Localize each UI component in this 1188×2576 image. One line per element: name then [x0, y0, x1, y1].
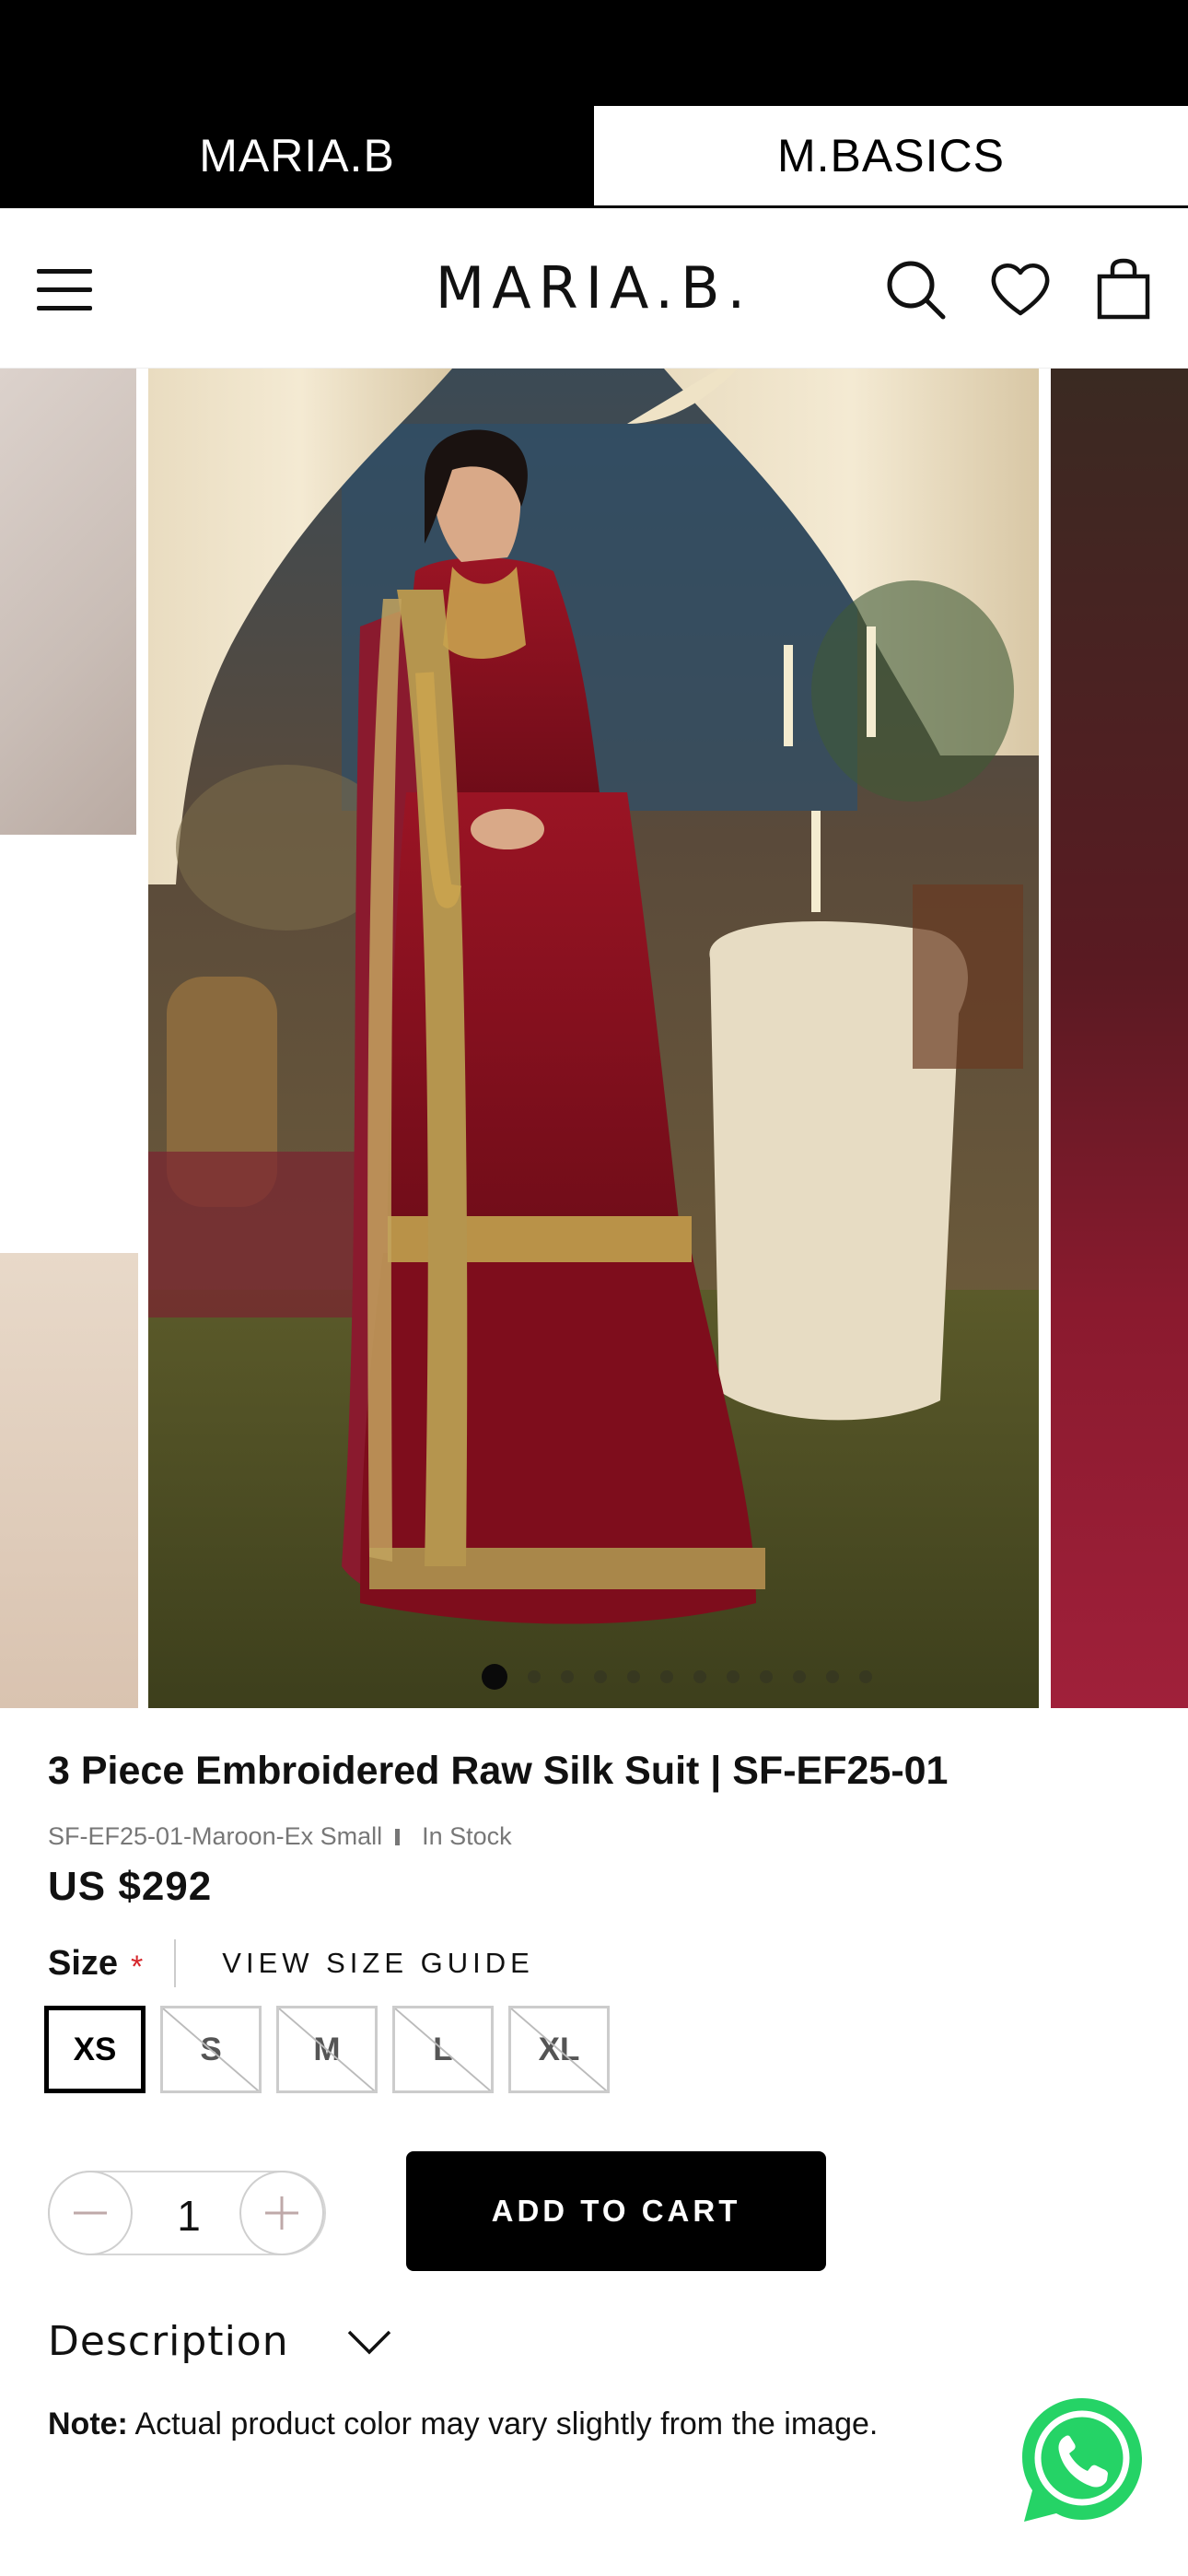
next-slide-image[interactable]: [1051, 369, 1188, 1708]
size-row: Size * VIEW SIZE GUIDE: [48, 1939, 534, 1987]
search-icon[interactable]: [882, 256, 949, 322]
size-option-s[interactable]: S: [160, 2006, 262, 2093]
product-price: US $292: [48, 1864, 213, 1909]
unavailable-strike-icon: [395, 2008, 491, 2090]
size-option-l[interactable]: L: [392, 2006, 494, 2093]
pagination-dot[interactable]: [594, 1670, 607, 1683]
required-asterisk: *: [131, 1949, 144, 1985]
pagination-dot-active[interactable]: [482, 1664, 507, 1690]
shopping-bag-icon[interactable]: [1090, 256, 1157, 322]
site-header: MARIA.B.: [0, 208, 1188, 369]
product-meta: SF-EF25-01-Maroon-Ex Small In Stock: [48, 1822, 512, 1851]
whatsapp-icon[interactable]: [1013, 2391, 1151, 2529]
status-bar: [0, 0, 1188, 106]
description-title: Description: [48, 2318, 289, 2365]
tab-m-basics[interactable]: M.BASICS: [594, 106, 1188, 205]
note-text: Actual product color may vary slightly f…: [127, 2406, 879, 2441]
pagination-dot[interactable]: [561, 1670, 574, 1683]
plus-icon: [265, 2196, 298, 2230]
tab-maria-b[interactable]: MARIA.B: [0, 106, 594, 205]
pagination-dot[interactable]: [727, 1670, 740, 1683]
increase-quantity-button[interactable]: [239, 2171, 324, 2255]
previous-slide-image-lower: [0, 1253, 138, 1708]
heart-icon[interactable]: [987, 256, 1054, 322]
main-product-image[interactable]: [148, 369, 1039, 1708]
product-sku: SF-EF25-01-Maroon-Ex Small: [48, 1822, 383, 1850]
add-to-cart-button[interactable]: ADD TO CART: [406, 2151, 826, 2271]
size-option-label: XS: [73, 2031, 117, 2067]
size-option-m[interactable]: M: [276, 2006, 378, 2093]
pagination-dot[interactable]: [793, 1670, 806, 1683]
chevron-down-icon: [347, 2330, 390, 2354]
size-options: XS S M L XL: [44, 2006, 610, 2093]
quantity-stepper: 1: [48, 2171, 326, 2255]
color-note: Note: Actual product color may vary slig…: [48, 2406, 878, 2442]
stock-status: In Stock: [422, 1822, 512, 1850]
gallery-pagination: [482, 1664, 872, 1690]
pagination-dot[interactable]: [528, 1670, 541, 1683]
size-option-xs[interactable]: XS: [44, 2006, 146, 2093]
pagination-dot[interactable]: [693, 1670, 706, 1683]
unavailable-strike-icon: [163, 2008, 259, 2090]
pagination-dot[interactable]: [826, 1670, 839, 1683]
quantity-value[interactable]: 1: [151, 2191, 227, 2241]
decrease-quantity-button[interactable]: [48, 2171, 133, 2255]
minus-icon: [74, 2211, 107, 2215]
pagination-dot[interactable]: [760, 1670, 773, 1683]
size-label: Size: [48, 1943, 119, 1983]
product-title: 3 Piece Embroidered Raw Silk Suit | SF-E…: [48, 1749, 949, 1793]
pagination-dot[interactable]: [660, 1670, 673, 1683]
pagination-dot[interactable]: [627, 1670, 640, 1683]
unavailable-strike-icon: [279, 2008, 375, 2090]
menu-icon[interactable]: [37, 269, 94, 311]
product-gallery[interactable]: [0, 369, 1188, 1708]
previous-slide-image[interactable]: [0, 369, 136, 835]
brand-logo[interactable]: MARIA.B.: [433, 254, 755, 322]
view-size-guide-link[interactable]: VIEW SIZE GUIDE: [222, 1947, 534, 1980]
meta-divider: [395, 1828, 401, 1845]
unavailable-strike-icon: [511, 2008, 607, 2090]
description-toggle[interactable]: Description: [48, 2318, 392, 2365]
pagination-dot[interactable]: [859, 1670, 872, 1683]
note-label: Note:: [48, 2406, 128, 2441]
size-option-xl[interactable]: XL: [508, 2006, 610, 2093]
size-divider: [174, 1939, 177, 1987]
brand-tabs: MARIA.B M.BASICS: [0, 106, 1188, 208]
